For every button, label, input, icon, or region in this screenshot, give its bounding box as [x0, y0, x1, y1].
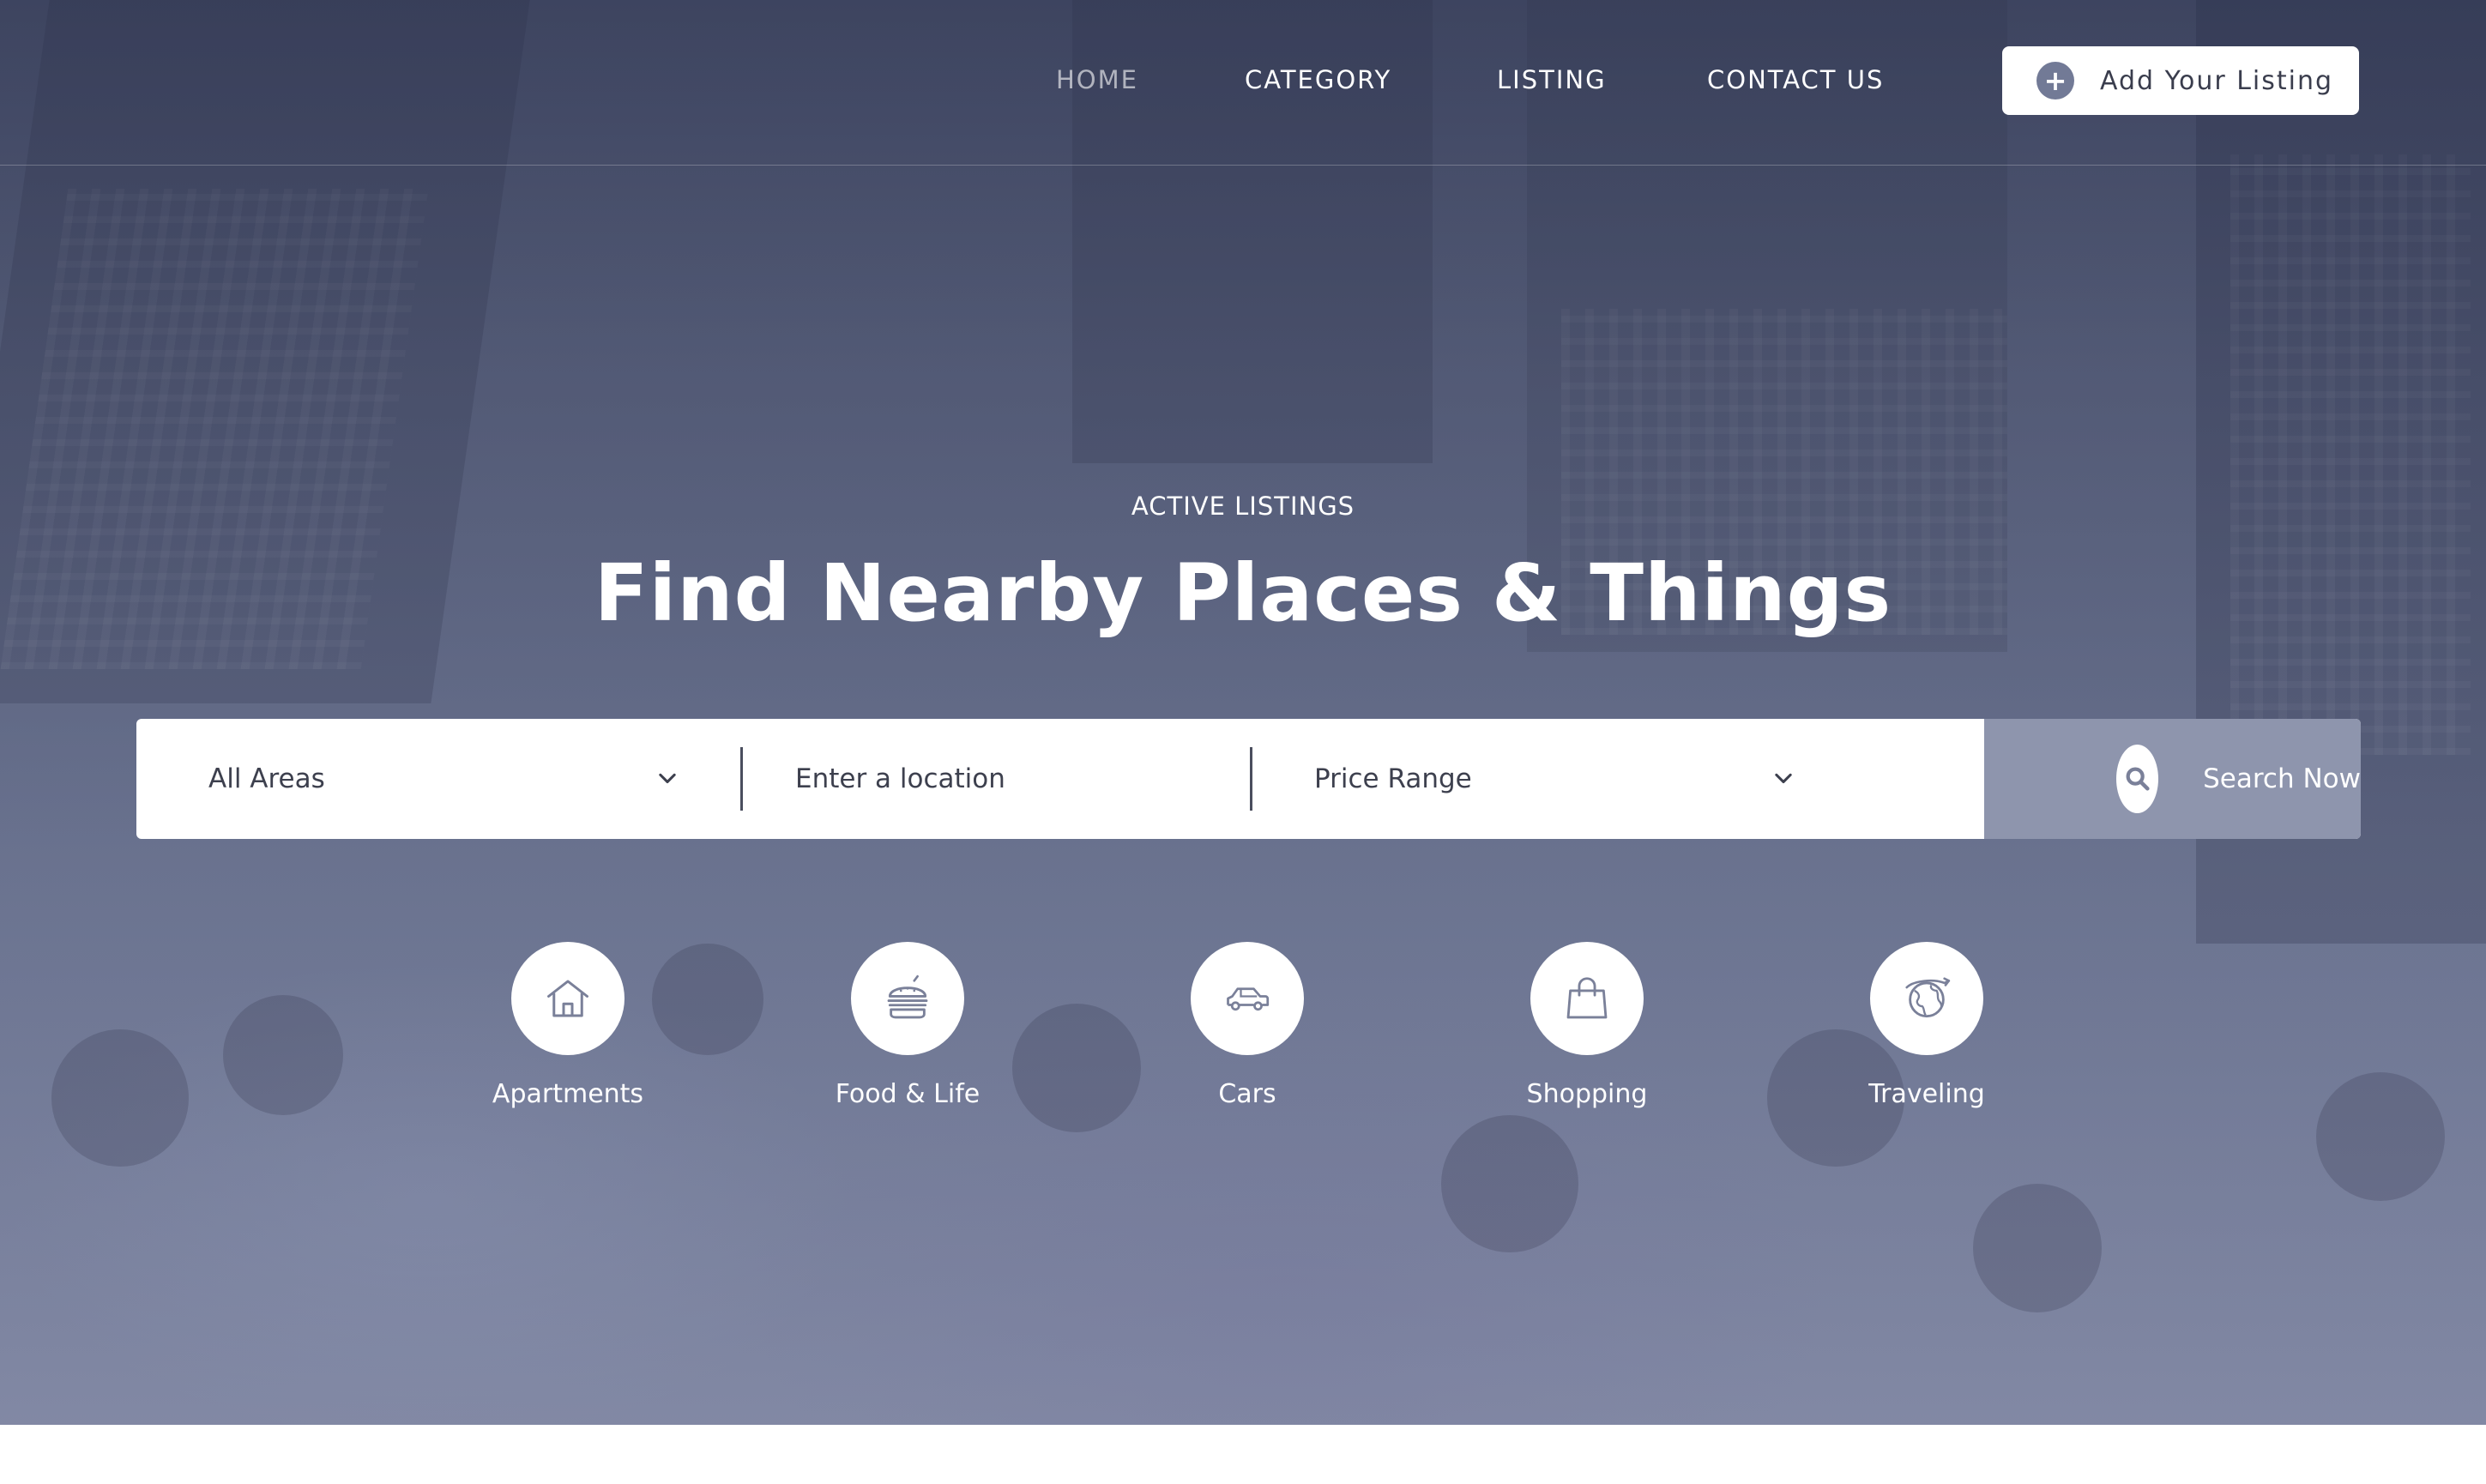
category-shopping[interactable]: Shopping	[1475, 942, 1699, 1109]
price-range-value: Price Range	[1314, 763, 1472, 794]
category-label: Food & Life	[835, 1079, 981, 1109]
search-icon	[2116, 745, 2159, 813]
nav-link-contact-us[interactable]: CONTACT US	[1707, 65, 1884, 94]
nav-link-home[interactable]: HOME	[1056, 65, 1138, 94]
house-icon	[511, 942, 625, 1055]
area-select[interactable]: All Areas	[136, 719, 741, 839]
category-traveling[interactable]: Traveling	[1815, 942, 2038, 1109]
category-label: Shopping	[1526, 1079, 1648, 1109]
car-icon	[1191, 942, 1304, 1055]
chevron-down-icon	[659, 773, 676, 784]
nav-link-category[interactable]: CATEGORY	[1245, 65, 1391, 94]
price-range-select[interactable]: Price Range	[1251, 719, 1855, 839]
add-listing-label: Add Your Listing	[2100, 65, 2334, 96]
burger-icon	[851, 942, 964, 1055]
category-label: Traveling	[1868, 1079, 1985, 1109]
search-bar: All Areas Enter a location Price Range S…	[136, 719, 2361, 839]
category-apartments[interactable]: Apartments	[456, 942, 679, 1109]
plus-icon: +	[2036, 62, 2074, 100]
top-navbar: HOME CATEGORY LISTING CONTACT US + Add Y…	[0, 0, 2486, 166]
location-input[interactable]: Enter a location	[742, 719, 1250, 839]
hero-title: Find Nearby Places & Things	[594, 547, 1892, 639]
add-listing-button[interactable]: + Add Your Listing	[2002, 46, 2359, 115]
category-cars[interactable]: Cars	[1136, 942, 1359, 1109]
shopping-bag-icon	[1530, 942, 1644, 1055]
globe-icon	[1870, 942, 1983, 1055]
category-label: Apartments	[492, 1079, 644, 1109]
category-label: Cars	[1218, 1079, 1276, 1109]
nav-link-listing[interactable]: LISTING	[1497, 65, 1607, 94]
search-now-label: Search Now	[2203, 763, 2361, 794]
hero-overlay	[0, 0, 2486, 1425]
search-now-button[interactable]: Search Now	[1984, 719, 2361, 839]
area-select-value: All Areas	[208, 763, 325, 794]
category-food-life[interactable]: Food & Life	[796, 942, 1019, 1109]
location-input-placeholder: Enter a location	[795, 763, 1005, 794]
hero-section: HOME CATEGORY LISTING CONTACT US + Add Y…	[0, 0, 2486, 1425]
chevron-down-icon	[1775, 773, 1792, 784]
hero-eyebrow: ACTIVE LISTINGS	[1131, 492, 1355, 521]
